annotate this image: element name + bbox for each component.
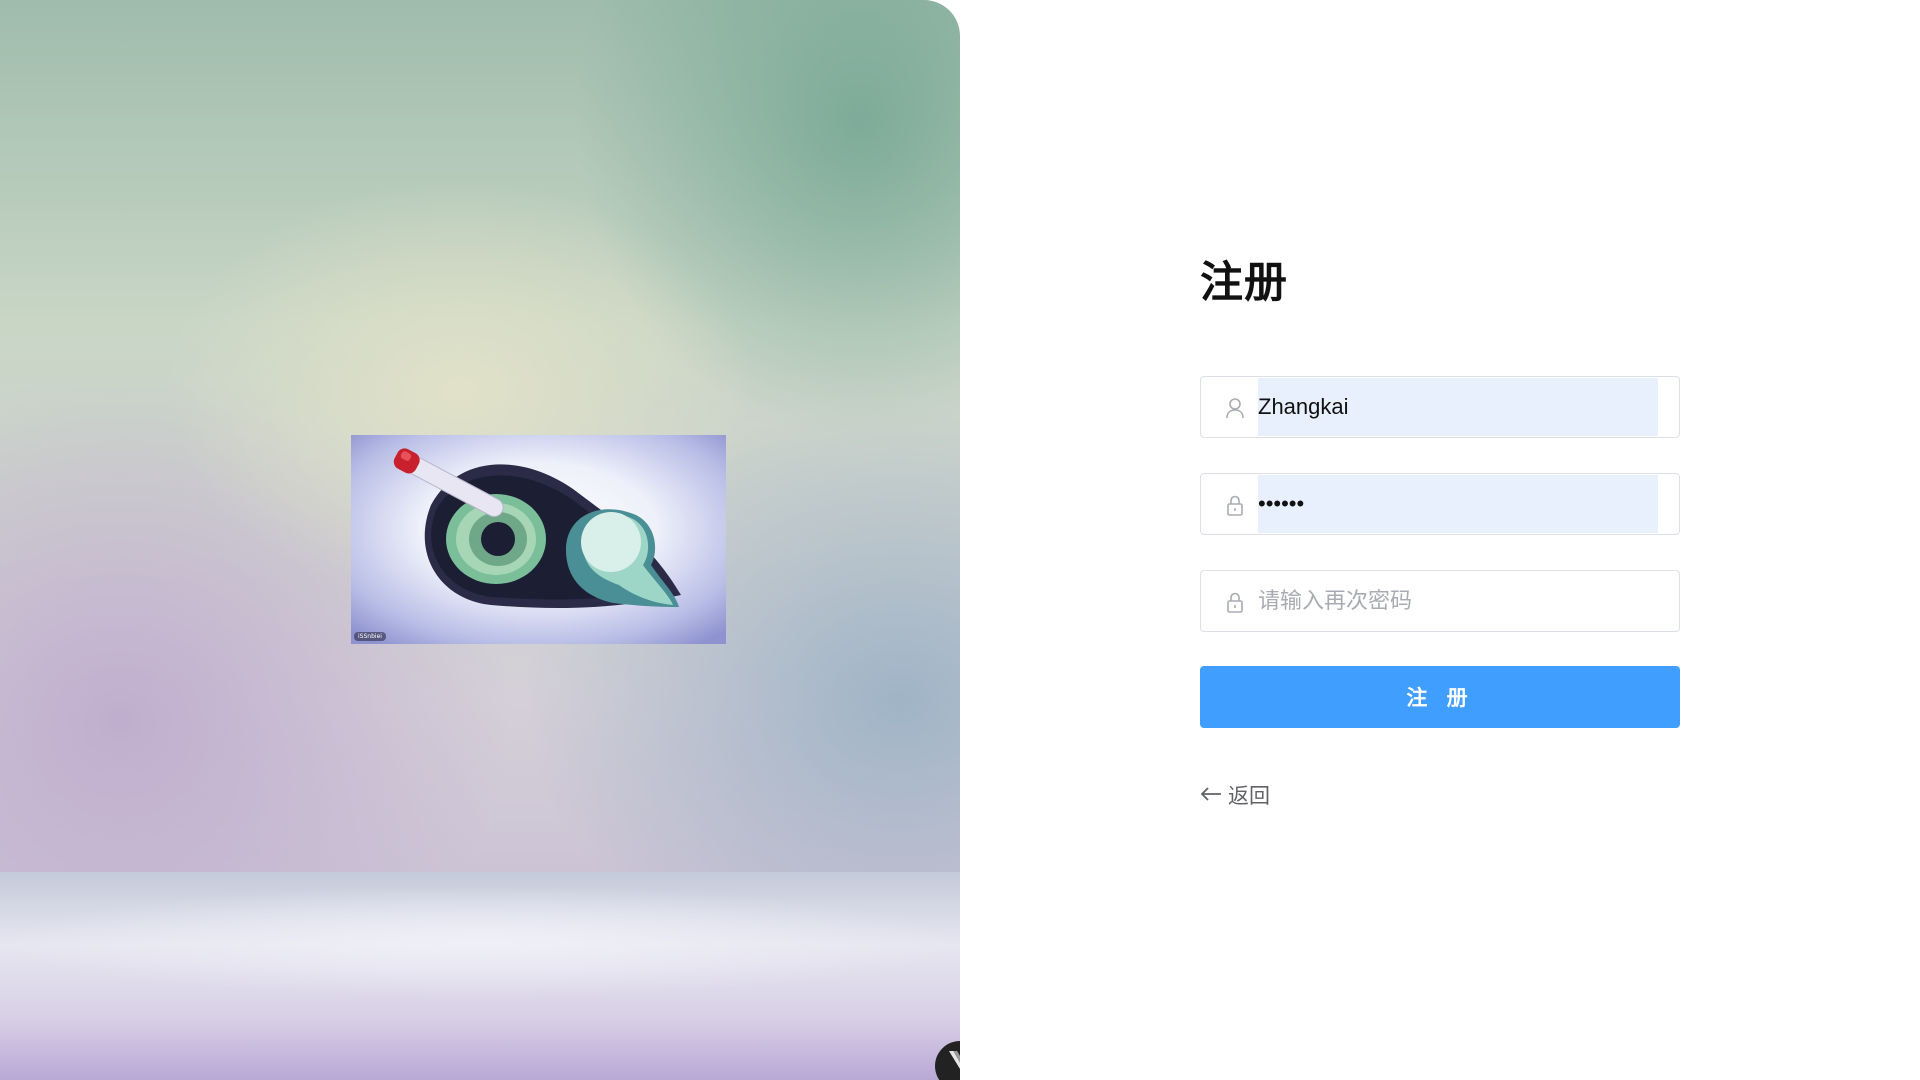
confirm-password-field[interactable] xyxy=(1200,570,1680,632)
password-field[interactable] xyxy=(1200,473,1680,535)
eye-illustration: iSSnbiei xyxy=(351,435,726,644)
back-label: 返回 xyxy=(1228,784,1270,808)
user-icon xyxy=(1225,397,1245,419)
username-input[interactable] xyxy=(1258,378,1658,436)
confirm-password-input[interactable] xyxy=(1258,572,1658,630)
arrow-left-icon xyxy=(1200,783,1222,808)
watermark-badge: iSSnbiei xyxy=(354,632,386,641)
left-decorative-panel: iSSnbiei xyxy=(0,0,960,1080)
background-floor xyxy=(0,872,960,1080)
lock-icon xyxy=(1225,494,1245,516)
back-link[interactable]: 返回 xyxy=(1200,780,1270,810)
page-root: iSSnbiei 注册 Zhangkai •••••• 注 册 返回 xyxy=(0,0,1920,1080)
register-form: 注册 Zhangkai •••••• 注 册 返回 xyxy=(1200,250,1680,808)
username-field[interactable] xyxy=(1200,376,1680,438)
password-input[interactable] xyxy=(1258,475,1658,533)
lock-icon xyxy=(1225,591,1245,613)
register-button[interactable]: 注 册 xyxy=(1200,666,1680,728)
page-title: 注册 xyxy=(1200,259,1288,307)
